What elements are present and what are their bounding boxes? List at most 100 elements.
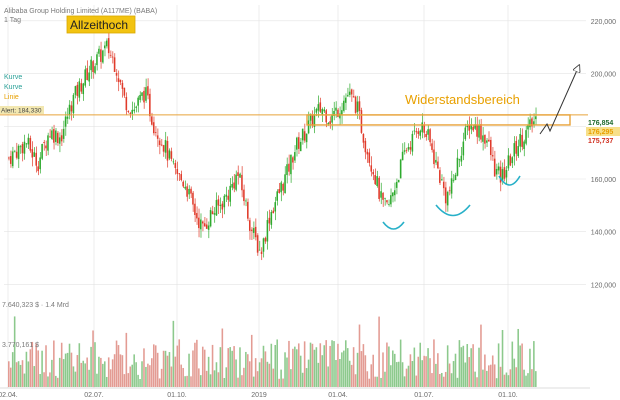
- candle-body: [278, 189, 280, 193]
- volume-bar: [209, 374, 212, 387]
- volume-bar: [507, 375, 510, 387]
- candle-body: [15, 151, 18, 158]
- candle-body: [429, 129, 431, 143]
- volume-bar: [274, 344, 277, 387]
- candle-body: [215, 200, 218, 216]
- candle-body: [25, 143, 28, 145]
- volume-bar: [523, 369, 525, 387]
- volume-bar: [137, 374, 139, 387]
- volume-bar: [409, 354, 412, 387]
- candle-body: [305, 133, 308, 143]
- candle-body: [523, 141, 525, 149]
- volume-bar: [352, 347, 355, 387]
- candle-body: [446, 191, 449, 206]
- candle-body: [448, 190, 451, 192]
- volume-bar: [225, 367, 228, 387]
- volume-bar: [270, 343, 273, 387]
- candle-body: [154, 132, 157, 133]
- volume-bar: [464, 362, 467, 387]
- volume-bar: [421, 360, 423, 387]
- volume-bar: [247, 354, 249, 387]
- volume-bar: [172, 320, 175, 387]
- volume-bar: [11, 352, 14, 387]
- volume-bar: [151, 358, 153, 387]
- candle-body: [227, 195, 230, 200]
- candle-body: [274, 202, 277, 212]
- volume-bar: [284, 352, 286, 387]
- candle-body: [407, 147, 410, 150]
- volume-bar: [45, 345, 47, 387]
- candle-body: [35, 152, 37, 166]
- volume-bar: [401, 362, 404, 387]
- volume-bar: [384, 371, 386, 387]
- volume-bar: [13, 316, 16, 387]
- candle-body: [260, 251, 263, 255]
- candle-body: [417, 131, 420, 134]
- candle-body: [160, 144, 163, 146]
- volume-bar: [427, 348, 429, 387]
- candle-body: [401, 151, 404, 161]
- volume-bar: [184, 376, 186, 387]
- volume-bar: [160, 368, 163, 387]
- candle-body: [329, 121, 331, 125]
- legend-item-kurve-1: Kurve: [4, 74, 22, 81]
- candle-body: [203, 223, 206, 227]
- x-axis: 02.04. 02.07. 01.10. 2019 01.04. 01.07. 01.10.: [0, 387, 590, 399]
- candle-body: [156, 135, 159, 139]
- candle-body: [437, 161, 439, 169]
- volume-bar: [84, 363, 86, 387]
- volume-bar: [527, 373, 529, 387]
- price-labels: 176,854 176,295 175,737: [586, 118, 620, 145]
- volume-bar: [203, 349, 206, 387]
- candle-body: [241, 174, 243, 191]
- volume-bar: [415, 375, 418, 387]
- volume-bar: [66, 352, 69, 387]
- volume-bar: [55, 375, 57, 387]
- volume-bar: [403, 376, 406, 387]
- volume-bar: [145, 366, 147, 387]
- price-tag-label: 176,854: [588, 120, 613, 127]
- candle-body: [343, 100, 345, 111]
- volume-bar: [121, 355, 124, 387]
- candle-body: [488, 139, 490, 142]
- candle-body: [478, 125, 480, 138]
- volume-bar: [260, 358, 263, 387]
- volume-bar: [198, 368, 200, 387]
- candle-body: [194, 203, 196, 216]
- candle-body: [364, 140, 367, 153]
- volume-bar: [452, 361, 455, 387]
- volume-bar: [535, 371, 537, 387]
- candle-body: [164, 140, 167, 153]
- candle-body: [460, 155, 463, 162]
- candle-body: [248, 220, 251, 231]
- candle-body: [493, 158, 496, 177]
- volume-bar: [499, 366, 502, 387]
- volume-bar: [346, 348, 349, 387]
- volume-bar: [166, 355, 169, 387]
- candle-body: [317, 104, 320, 111]
- volume-bar: [417, 356, 420, 387]
- candle-body: [258, 249, 261, 251]
- candle-body: [80, 83, 83, 92]
- candle-body: [166, 140, 169, 161]
- volume-bar: [125, 332, 128, 387]
- candle-body: [411, 133, 414, 152]
- candle-body: [444, 187, 447, 204]
- candle-body: [290, 154, 292, 175]
- candle-body: [235, 174, 237, 190]
- volume-bar: [33, 366, 36, 387]
- candle-body: [505, 170, 508, 178]
- volume-bar: [231, 350, 233, 387]
- candle-body: [105, 40, 108, 47]
- volume-bar: [350, 364, 353, 387]
- candle-body: [464, 127, 467, 140]
- candle-body: [282, 183, 284, 191]
- volume-bar: [458, 340, 461, 387]
- volume-bar: [486, 370, 488, 387]
- price-tag-label: 175,737: [588, 138, 613, 145]
- volume-bar: [474, 371, 476, 387]
- volume-bar: [200, 375, 202, 387]
- candle-body: [299, 141, 302, 152]
- candle-body: [84, 69, 86, 86]
- candle-body: [491, 155, 494, 157]
